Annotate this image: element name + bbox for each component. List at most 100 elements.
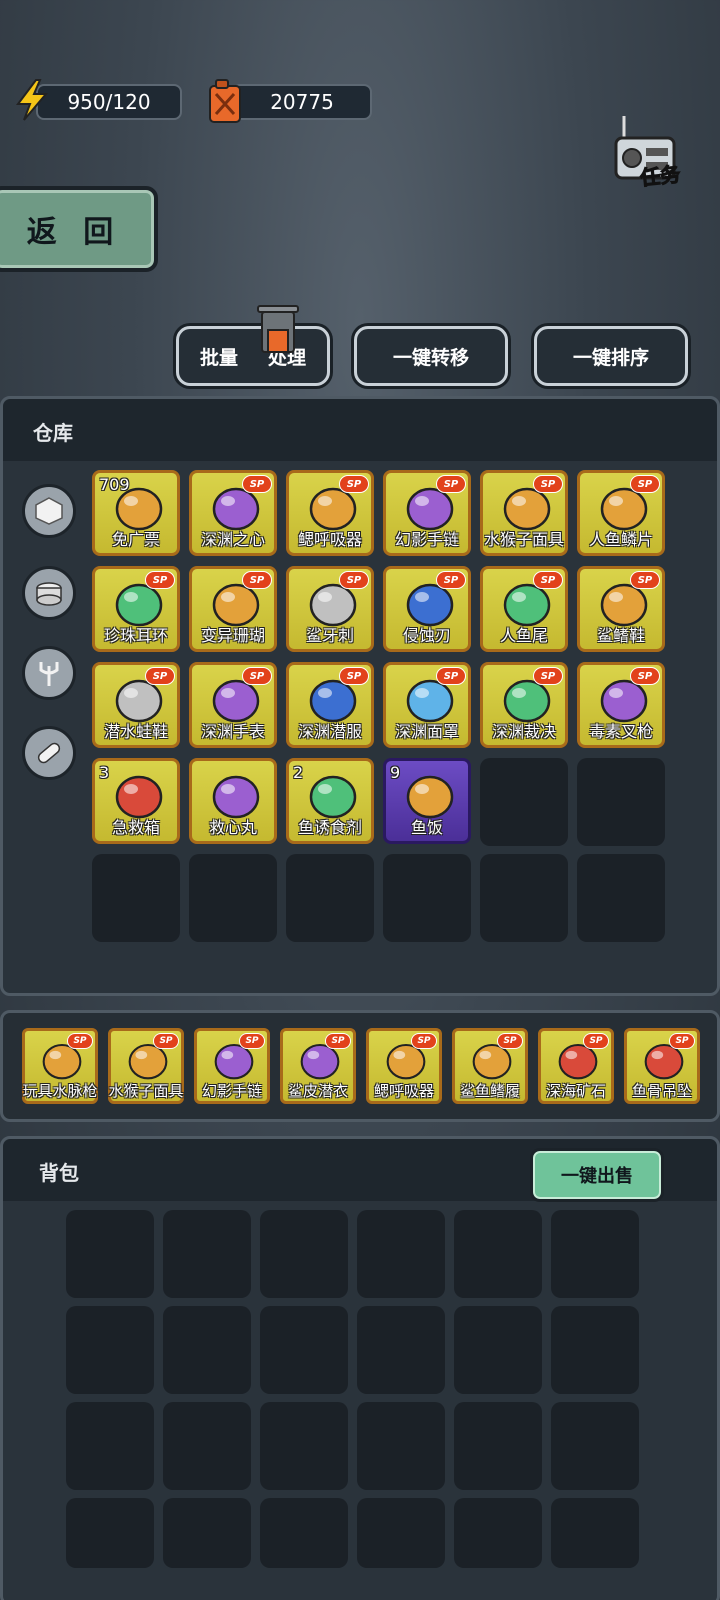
sp-badge: SP [436,571,466,589]
warehouse-item[interactable]: SP 幻影手链 [383,470,471,556]
warehouse-header: 仓库 [3,399,717,461]
cube-icon [35,497,63,525]
warehouse-item[interactable]: SP 鲨牙刺 [286,566,374,652]
backpack-slot[interactable] [357,1306,445,1394]
category-medicine[interactable] [22,726,76,780]
sp-badge: SP [239,1033,265,1049]
sp-badge: SP [242,475,272,493]
warehouse-item[interactable]: SP 深渊之心 [189,470,277,556]
sell-all-button[interactable]: 一键出售 [530,1148,664,1202]
sort-all-button[interactable]: 一键排序 [534,326,688,386]
warehouse-item[interactable]: SP 侵蚀刃 [383,566,471,652]
backpack-slot[interactable] [357,1498,445,1568]
warehouse-item[interactable]: SP 水猴子面具 [480,470,568,556]
sp-badge: SP [145,667,175,685]
warehouse-item[interactable]: 709 免广票 [92,470,180,556]
empty-slot[interactable] [286,854,374,942]
backpack-slot[interactable] [163,1402,251,1490]
equipped-item-name: 水猴子面具 [108,1082,184,1100]
warehouse-item[interactable]: SP 深渊潜服 [286,662,374,748]
warehouse-item[interactable]: SP 深渊面罩 [383,662,471,748]
backpack-slot[interactable] [551,1210,639,1298]
backpack-slot[interactable] [454,1306,542,1394]
sp-badge: SP [153,1033,179,1049]
item-count: 2 [293,763,304,782]
warehouse-item[interactable]: 救心丸 [189,758,277,844]
category-materials[interactable] [22,484,76,538]
item-name: 幻影手链 [394,530,459,549]
task-button[interactable]: 任务 [639,158,682,191]
empty-slot[interactable] [92,854,180,942]
back-button[interactable]: 返 回 [0,186,158,272]
backpack-slot[interactable] [454,1402,542,1490]
backpack-slot[interactable] [66,1306,154,1394]
equipped-item-name: 幻影手链 [201,1082,262,1100]
empty-slot[interactable] [480,854,568,942]
warehouse-item[interactable]: SP 珍珠耳环 [92,566,180,652]
lightning-icon [16,79,49,121]
sp-badge: SP [411,1033,437,1049]
backpack-slot[interactable] [454,1210,542,1298]
equipped-item-name: 鱼骨吊坠 [631,1082,692,1100]
warehouse-item[interactable]: SP 深渊手表 [189,662,277,748]
item-name: 急救箱 [111,818,160,837]
equipped-item-name: 鳃呼吸器 [373,1082,434,1100]
warehouse-item[interactable]: 2 鱼诱食剂 [286,758,374,844]
equipped-item-name: 玩具水脉枪 [22,1082,98,1100]
batch-label-a: 批量 [199,346,238,369]
empty-slot[interactable] [383,854,471,942]
category-food[interactable] [22,566,76,620]
backpack-slot[interactable] [260,1210,348,1298]
sp-badge: SP [339,667,369,685]
transfer-all-button[interactable]: 一键转移 [354,326,508,386]
backpack-slot[interactable] [260,1402,348,1490]
warehouse-item[interactable]: SP 变异珊瑚 [189,566,277,652]
backpack-slot[interactable] [260,1306,348,1394]
warehouse-item[interactable]: SP 鳃呼吸器 [286,470,374,556]
warehouse-item[interactable]: SP 潜水蛙鞋 [92,662,180,748]
sp-badge: SP [436,667,466,685]
item-name: 救心丸 [208,818,257,837]
empty-slot[interactable] [480,758,568,846]
sp-badge: SP [669,1033,695,1049]
item-name: 鱼饭 [410,818,443,837]
item-name: 侵蚀刃 [402,626,451,645]
pill-icon [37,742,61,764]
energy-value: 950/120 [67,90,151,114]
warehouse-item[interactable]: 9 鱼饭 [383,758,471,844]
warehouse-item[interactable]: SP 人鱼鳞片 [577,470,665,556]
warehouse-item[interactable]: SP 人鱼尾 [480,566,568,652]
backpack-slot[interactable] [163,1498,251,1568]
warehouse-item[interactable]: SP 深渊裁决 [480,662,568,748]
item-name: 变异珊瑚 [200,626,265,645]
warehouse-item[interactable]: SP 毒素叉枪 [577,662,665,748]
trident-icon [39,662,59,686]
category-weapons[interactable] [22,646,76,700]
backpack-slot[interactable] [551,1402,639,1490]
backpack-slot[interactable] [454,1498,542,1568]
sp-badge: SP [630,667,660,685]
backpack-slot[interactable] [551,1498,639,1568]
backpack-slot[interactable] [551,1306,639,1394]
equipped-item-name: 深海矿石 [545,1082,606,1100]
empty-slot[interactable] [189,854,277,942]
item-count: 3 [99,763,110,782]
backpack-slot[interactable] [357,1402,445,1490]
backpack-slot[interactable] [66,1210,154,1298]
sp-badge: SP [339,475,369,493]
empty-slot[interactable] [577,854,665,942]
backpack-slot[interactable] [357,1210,445,1298]
sp-badge: SP [533,667,563,685]
backpack-slot[interactable] [163,1210,251,1298]
backpack-slot[interactable] [163,1306,251,1394]
item-name: 深渊潜服 [297,722,362,741]
warehouse-title: 仓库 [33,421,73,445]
backpack-slot[interactable] [66,1498,154,1568]
backpack-slot[interactable] [260,1498,348,1568]
backpack-slot[interactable] [66,1402,154,1490]
item-name: 人鱼鳞片 [588,530,653,549]
backpack-title: 背包 [39,1161,79,1185]
warehouse-item[interactable]: SP 鲨鳍鞋 [577,566,665,652]
empty-slot[interactable] [577,758,665,846]
warehouse-item[interactable]: 3 急救箱 [92,758,180,844]
